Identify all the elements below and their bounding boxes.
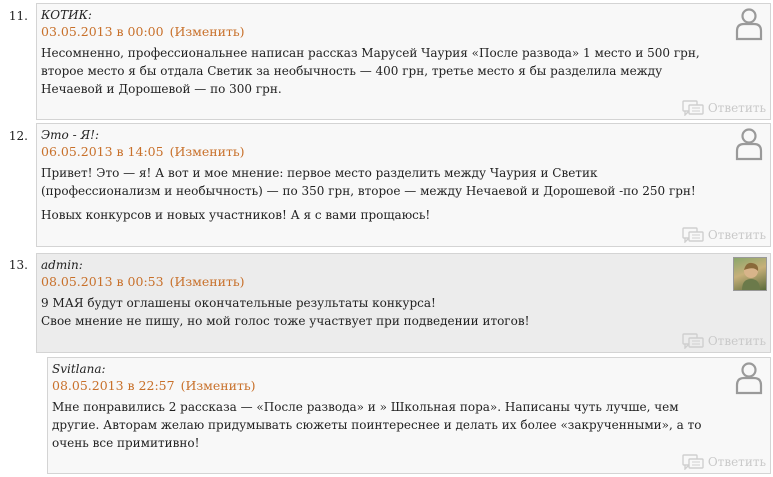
reply-label: Ответить: [707, 334, 766, 348]
comment-text: 9 МАЯ будут оглашены окончательные резул…: [41, 294, 724, 330]
reply-label: Ответить: [707, 455, 766, 469]
comment-date-link[interactable]: 08.05.2013 в 00:53: [41, 274, 164, 289]
reply-bubble-icon: [682, 333, 704, 349]
comment-author[interactable]: КОТИК:: [41, 8, 92, 22]
comment-paragraph: Несомненно, профессиональнее написан рас…: [41, 46, 700, 96]
default-avatar-icon: [734, 127, 766, 161]
reply-button[interactable]: Ответить: [682, 333, 766, 349]
comment-paragraph: Привет! Это — я! А вот и мое мнение: пер…: [41, 166, 696, 198]
comment-text: Привет! Это — я! А вот и мое мнение: пер…: [41, 164, 700, 230]
avatar: [733, 257, 767, 291]
comment-meta: 08.05.2013 в 22:57 (Изменить): [52, 378, 256, 393]
reply-button[interactable]: Ответить: [682, 227, 766, 243]
reply-button[interactable]: Ответить: [682, 100, 766, 116]
comment-11: КОТИК: 03.05.2013 в 00:00 (Изменить) Несо…: [36, 3, 771, 120]
comment-date-link[interactable]: 03.05.2013 в 00:00: [41, 24, 164, 39]
reply-button[interactable]: Ответить: [682, 454, 766, 470]
reply-bubble-icon: [682, 227, 704, 243]
edit-link[interactable]: (Изменить): [170, 144, 245, 159]
comment-paragraph: Свое мнение не пишу, но мой голос тоже у…: [41, 314, 530, 328]
comment-number: 12.: [8, 129, 28, 143]
comment-author[interactable]: admin:: [41, 258, 83, 272]
comment-paragraph: Мне понравились 2 рассказа — «После разв…: [52, 400, 702, 450]
reply-label: Ответить: [707, 228, 766, 242]
reply-label: Ответить: [707, 101, 766, 115]
reply-bubble-icon: [682, 100, 704, 116]
comment-number: 11.: [8, 9, 28, 23]
comment-12: Это - Я!: 06.05.2013 в 14:05 (Изменить) П…: [36, 123, 771, 247]
comment-author[interactable]: Это - Я!:: [41, 128, 99, 142]
comment-date-link[interactable]: 06.05.2013 в 14:05: [41, 144, 164, 159]
comment-text: Мне понравились 2 рассказа — «После разв…: [52, 398, 710, 458]
comment-meta: 06.05.2013 в 14:05 (Изменить): [41, 144, 245, 159]
comment-reply-svitlana: Svitlana: 08.05.2013 в 22:57 (Изменить) М…: [47, 357, 771, 474]
edit-link[interactable]: (Изменить): [170, 24, 245, 39]
edit-link[interactable]: (Изменить): [181, 378, 256, 393]
default-avatar-icon: [734, 361, 766, 395]
comment-text: Несомненно, профессиональнее написан рас…: [41, 44, 726, 104]
comment-paragraph: 9 МАЯ будут оглашены окончательные резул…: [41, 296, 436, 310]
reply-bubble-icon: [682, 454, 704, 470]
comment-meta: 08.05.2013 в 00:53 (Изменить): [41, 274, 245, 289]
comment-date-link[interactable]: 08.05.2013 в 22:57: [52, 378, 175, 393]
comment-paragraph: Новых конкурсов и новых участников! А я …: [41, 208, 431, 222]
comment-author[interactable]: Svitlana:: [52, 362, 106, 376]
edit-link[interactable]: (Изменить): [170, 274, 245, 289]
comment-number: 13.: [8, 258, 28, 272]
comment-meta: 03.05.2013 в 00:00 (Изменить): [41, 24, 245, 39]
comment-13: admin: 08.05.2013 в 00:53 (Изменить) 9 МА…: [36, 253, 771, 353]
default-avatar-icon: [734, 7, 766, 41]
